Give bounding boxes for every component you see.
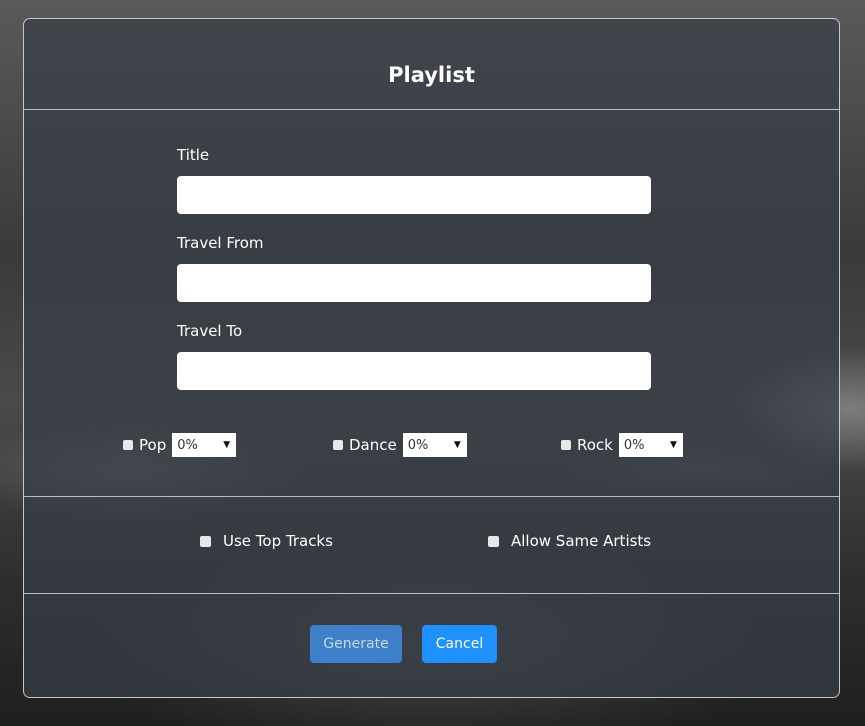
use-top-tracks-checkbox[interactable]	[200, 535, 211, 547]
rock-label: Rock	[577, 436, 613, 454]
playlist-dialog: Playlist Title Travel From Travel To Pop…	[23, 18, 840, 698]
chevron-down-icon: ▼	[453, 440, 461, 450]
genre-pop: Pop 0% ▼	[123, 433, 237, 457]
travel-to-input[interactable]	[177, 352, 651, 390]
chevron-down-icon: ▼	[669, 440, 677, 450]
dialog-title: Playlist	[388, 63, 475, 87]
generate-button[interactable]: Generate	[310, 625, 402, 663]
allow-same-artists-label: Allow Same Artists	[511, 532, 652, 550]
use-top-tracks-option[interactable]: Use Top Tracks	[200, 532, 333, 550]
genre-dance: Dance 0% ▼	[333, 433, 467, 457]
rock-percent-value: 0%	[623, 437, 645, 453]
section-divider	[24, 496, 839, 497]
allow-same-artists-option[interactable]: Allow Same Artists	[488, 532, 651, 550]
footer-divider	[24, 593, 839, 594]
genre-rock: Rock 0% ▼	[561, 433, 683, 457]
dance-checkbox[interactable]	[333, 440, 343, 450]
dialog-header: Playlist	[24, 19, 839, 110]
pop-checkbox[interactable]	[123, 440, 133, 450]
rock-checkbox[interactable]	[561, 440, 571, 450]
pop-label: Pop	[139, 436, 167, 454]
allow-same-artists-checkbox[interactable]	[488, 535, 499, 547]
travel-from-input[interactable]	[177, 264, 651, 302]
dance-label: Dance	[349, 436, 397, 454]
title-label: Title	[177, 146, 210, 164]
rock-percent-select[interactable]: 0% ▼	[618, 433, 683, 457]
travel-to-label: Travel To	[177, 322, 243, 340]
title-input[interactable]	[177, 176, 651, 214]
travel-from-label: Travel From	[177, 234, 264, 252]
dance-percent-value: 0%	[407, 437, 429, 453]
use-top-tracks-label: Use Top Tracks	[223, 532, 333, 550]
pop-percent-select[interactable]: 0% ▼	[172, 433, 237, 457]
pop-percent-value: 0%	[177, 437, 198, 453]
cancel-button[interactable]: Cancel	[422, 625, 497, 663]
chevron-down-icon: ▼	[223, 440, 231, 450]
dance-percent-select[interactable]: 0% ▼	[402, 433, 467, 457]
